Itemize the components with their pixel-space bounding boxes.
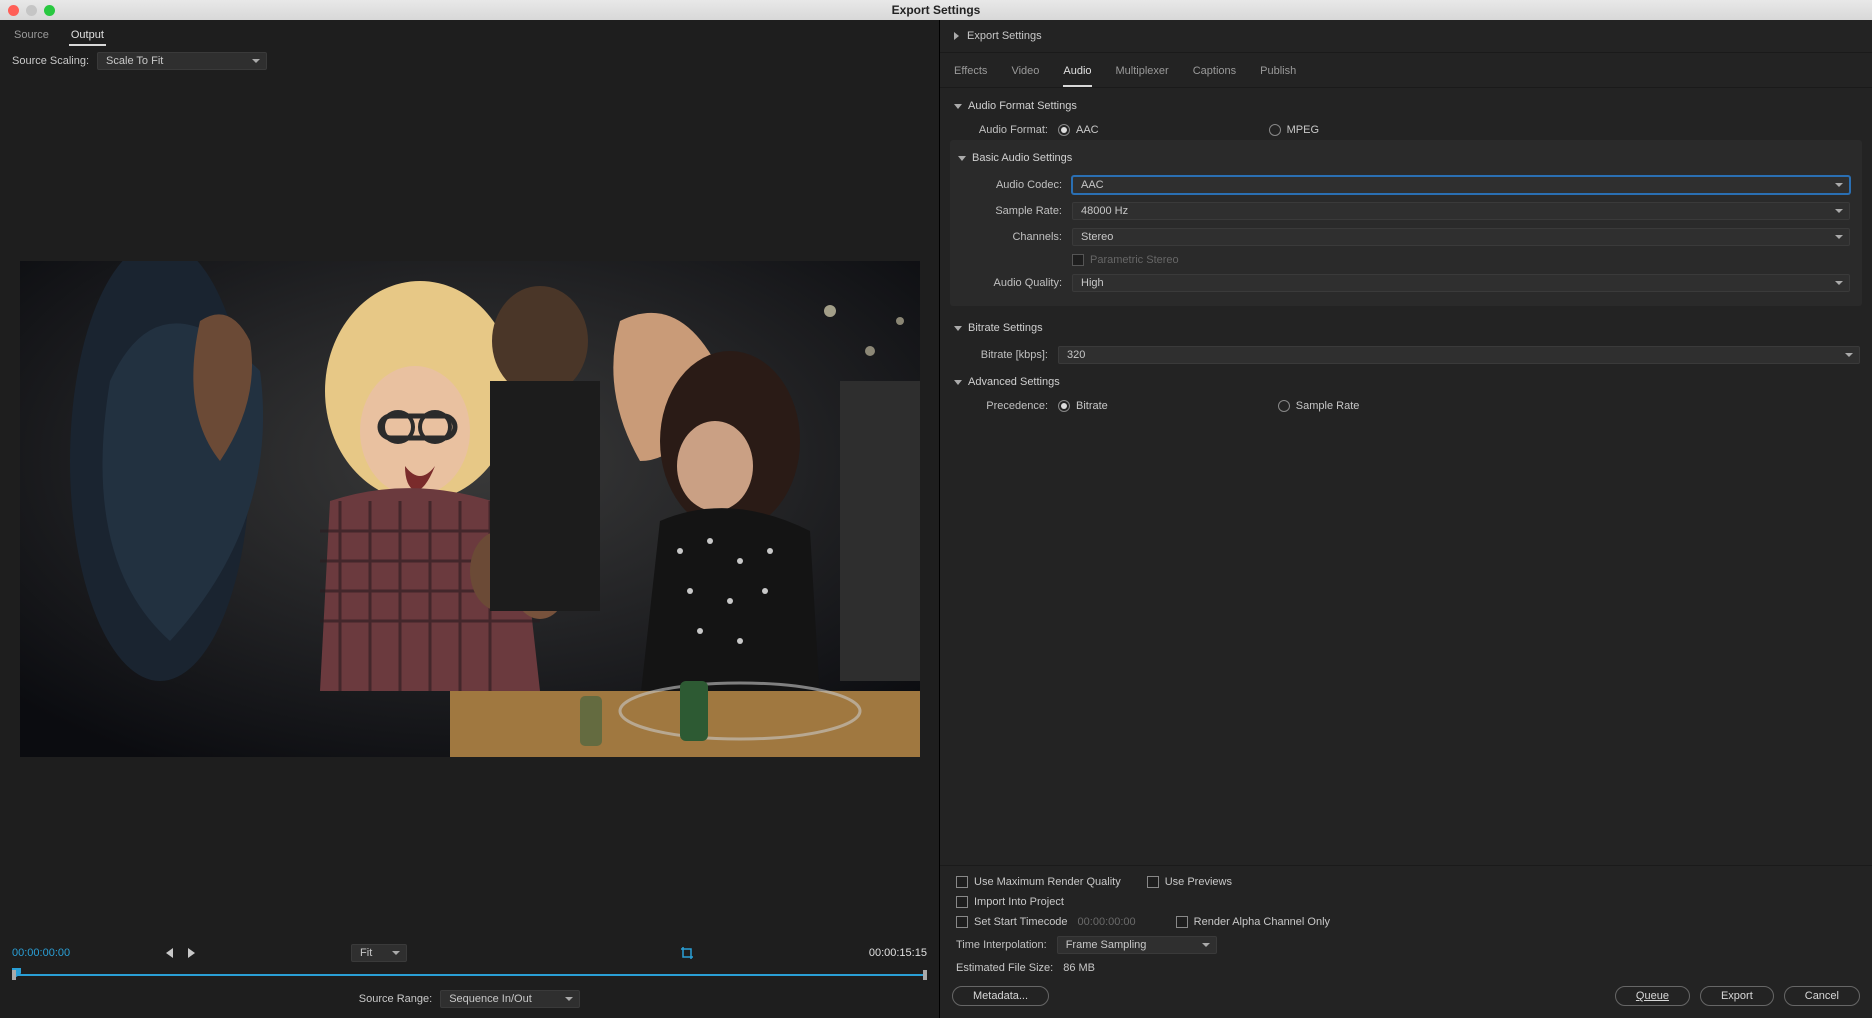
precedence-label: Precedence: <box>958 400 1048 412</box>
parametric-stereo-checkbox: Parametric Stereo <box>1072 254 1179 266</box>
settings-pane: Export Settings Effects Video Audio Mult… <box>940 20 1872 1018</box>
samplerate-option-label: Sample Rate <box>1296 400 1360 412</box>
aac-label: AAC <box>1076 124 1099 136</box>
audio-quality-select[interactable]: High <box>1072 274 1850 292</box>
basic-audio-settings-title: Basic Audio Settings <box>972 152 1072 164</box>
audio-format-mpeg-radio[interactable]: MPEG <box>1269 124 1319 136</box>
sample-rate-label: Sample Rate: <box>962 205 1062 217</box>
mpeg-label: MPEG <box>1287 124 1319 136</box>
chevron-down-icon <box>954 326 962 331</box>
bitrate-settings-toggle[interactable]: Bitrate Settings <box>948 314 1864 342</box>
max-render-quality-checkbox[interactable]: Use Maximum Render Quality <box>956 876 1121 888</box>
window-titlebar: Export Settings <box>0 0 1872 20</box>
parametric-stereo-label: Parametric Stereo <box>1090 254 1179 266</box>
chevron-down-icon <box>954 380 962 385</box>
precedence-samplerate-radio[interactable]: Sample Rate <box>1278 400 1360 412</box>
preview-pane: Source Output Source Scaling: Scale To F… <box>0 20 940 1018</box>
timecode-out: 00:00:15:15 <box>869 947 927 959</box>
preview-timeline[interactable] <box>12 968 927 980</box>
cancel-button[interactable]: Cancel <box>1784 986 1860 1006</box>
audio-codec-select[interactable]: AAC <box>1072 176 1850 194</box>
precedence-bitrate-radio[interactable]: Bitrate <box>1058 400 1108 412</box>
metadata-button[interactable]: Metadata... <box>952 986 1049 1006</box>
window-traffic-lights <box>8 5 55 16</box>
source-scaling-select[interactable]: Scale To Fit <box>97 52 267 70</box>
tab-publish[interactable]: Publish <box>1260 61 1296 87</box>
channels-label: Channels: <box>962 231 1062 243</box>
max-render-label: Use Maximum Render Quality <box>974 876 1121 888</box>
step-back-icon[interactable] <box>161 945 177 961</box>
crop-output-icon[interactable] <box>679 945 695 961</box>
export-settings-section-toggle[interactable]: Export Settings <box>940 20 1872 53</box>
zoom-fit-select[interactable]: Fit <box>351 944 407 962</box>
tab-captions[interactable]: Captions <box>1193 61 1236 87</box>
audio-format-settings-title: Audio Format Settings <box>968 100 1077 112</box>
export-settings-header: Export Settings <box>967 30 1042 42</box>
zoom-window-icon[interactable] <box>44 5 55 16</box>
sample-rate-select[interactable]: 48000 Hz <box>1072 202 1850 220</box>
window-title: Export Settings <box>892 3 981 17</box>
use-previews-label: Use Previews <box>1165 876 1232 888</box>
audio-quality-label: Audio Quality: <box>962 277 1062 289</box>
chevron-right-icon <box>954 32 959 40</box>
bitrate-settings-title: Bitrate Settings <box>968 322 1043 334</box>
tab-output[interactable]: Output <box>69 26 106 46</box>
video-preview <box>20 261 920 757</box>
timecode-in[interactable]: 00:00:00:00 <box>12 947 70 959</box>
export-button[interactable]: Export <box>1700 986 1774 1006</box>
advanced-settings-toggle[interactable]: Advanced Settings <box>948 368 1864 396</box>
audio-codec-label: Audio Codec: <box>962 179 1062 191</box>
advanced-settings-title: Advanced Settings <box>968 376 1060 388</box>
tab-source[interactable]: Source <box>12 26 51 46</box>
set-start-tc-label: Set Start Timecode <box>974 916 1068 928</box>
minimize-window-icon[interactable] <box>26 5 37 16</box>
channels-select[interactable]: Stereo <box>1072 228 1850 246</box>
estimated-file-size-label: Estimated File Size: <box>956 962 1053 974</box>
tab-multiplexer[interactable]: Multiplexer <box>1116 61 1169 87</box>
set-start-timecode-checkbox[interactable]: Set Start Timecode <box>956 916 1068 928</box>
basic-audio-settings-toggle[interactable]: Basic Audio Settings <box>958 144 1854 172</box>
audio-format-label: Audio Format: <box>958 124 1048 136</box>
tab-audio[interactable]: Audio <box>1063 61 1091 87</box>
render-alpha-label: Render Alpha Channel Only <box>1194 916 1330 928</box>
set-start-timecode-value: 00:00:00:00 <box>1078 916 1136 928</box>
queue-button[interactable]: Queue <box>1615 986 1690 1006</box>
source-scaling-label: Source Scaling: <box>12 55 89 67</box>
chevron-down-icon <box>958 156 966 161</box>
audio-format-aac-radio[interactable]: AAC <box>1058 124 1099 136</box>
source-range-select[interactable]: Sequence In/Out <box>440 990 580 1008</box>
time-interpolation-label: Time Interpolation: <box>956 939 1047 951</box>
source-range-label: Source Range: <box>359 993 432 1005</box>
time-interpolation-select[interactable]: Frame Sampling <box>1057 936 1217 954</box>
bitrate-label: Bitrate [kbps]: <box>958 349 1048 361</box>
render-alpha-checkbox[interactable]: Render Alpha Channel Only <box>1176 916 1330 928</box>
bitrate-option-label: Bitrate <box>1076 400 1108 412</box>
audio-format-settings-toggle[interactable]: Audio Format Settings <box>948 92 1864 120</box>
step-forward-icon[interactable] <box>183 945 199 961</box>
close-window-icon[interactable] <box>8 5 19 16</box>
estimated-file-size-value: 86 MB <box>1063 962 1095 974</box>
import-project-label: Import Into Project <box>974 896 1064 908</box>
chevron-down-icon <box>954 104 962 109</box>
tab-effects[interactable]: Effects <box>954 61 987 87</box>
import-into-project-checkbox[interactable]: Import Into Project <box>956 896 1064 908</box>
tab-video[interactable]: Video <box>1011 61 1039 87</box>
use-previews-checkbox[interactable]: Use Previews <box>1147 876 1232 888</box>
bitrate-select[interactable]: 320 <box>1058 346 1860 364</box>
